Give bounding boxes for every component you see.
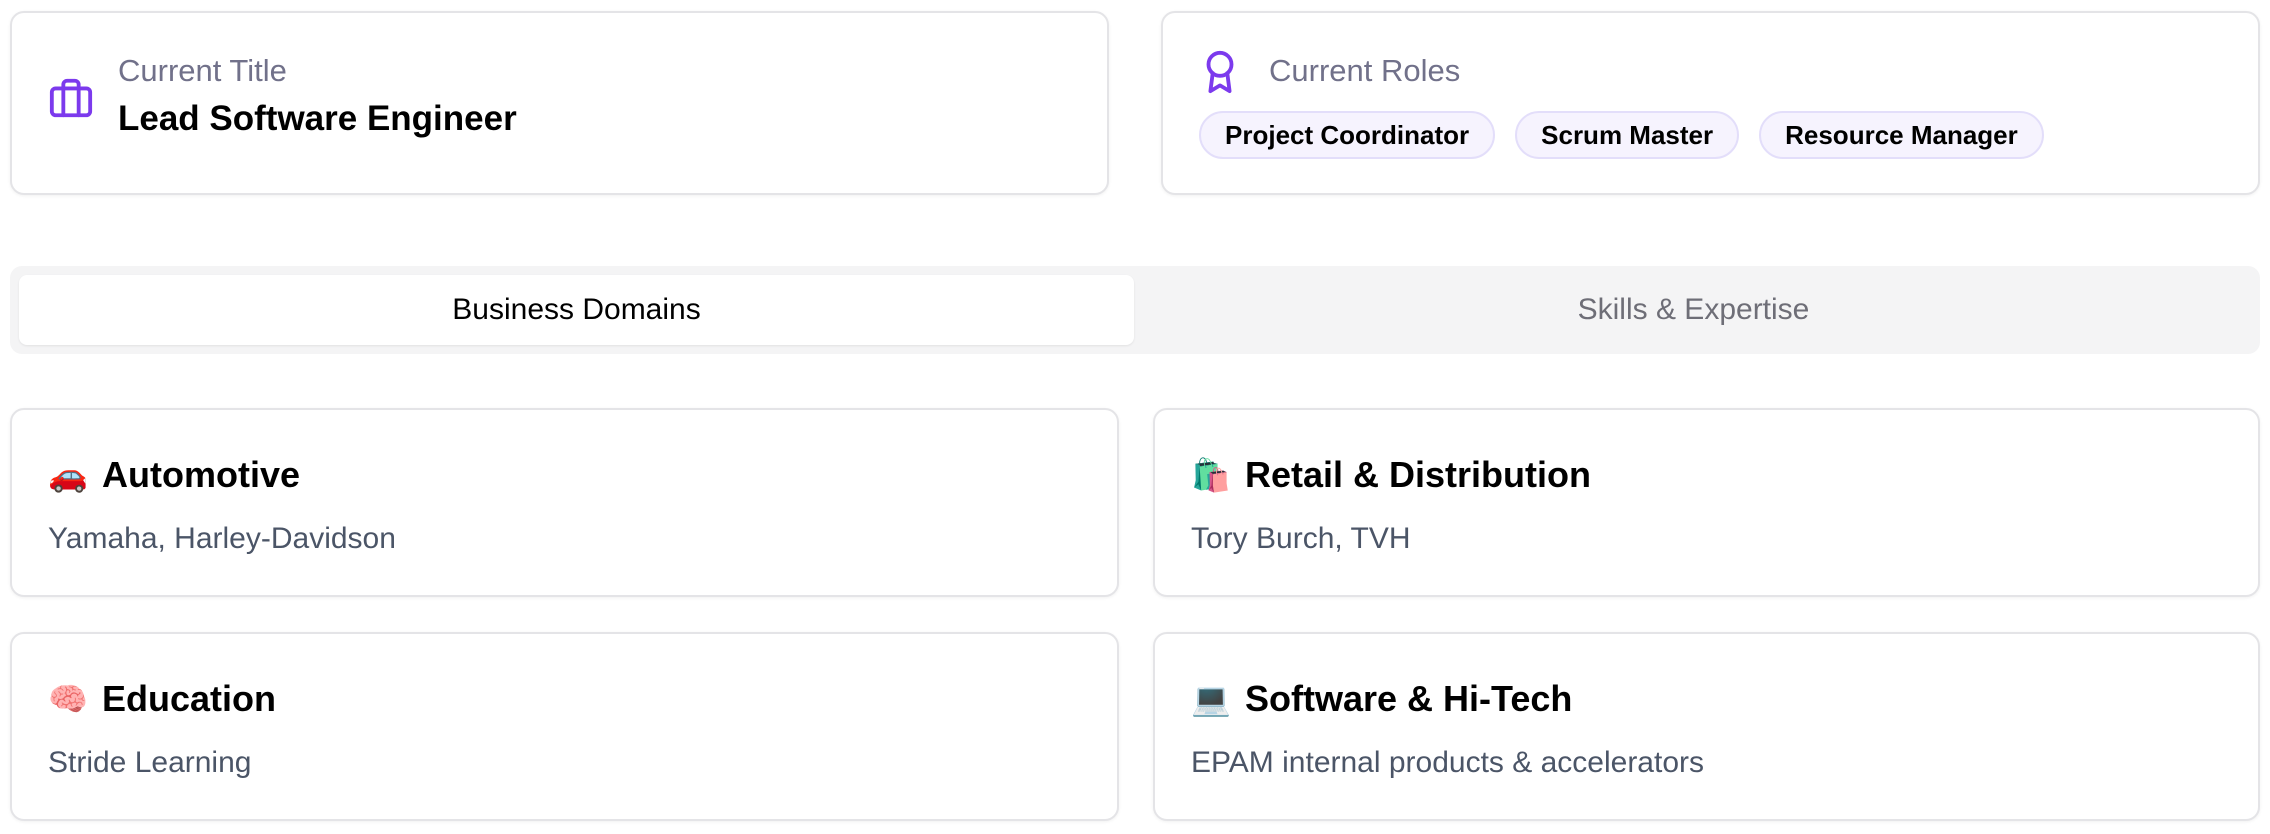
role-badge: Resource Manager [1759,111,2044,159]
role-badge: Scrum Master [1515,111,1740,159]
profile-page: Current Title Lead Software Engineer Cur… [0,0,2270,834]
domain-clients: Stride Learning [48,746,252,779]
section-tabs: Business Domains Skills & Expertise [10,266,2260,354]
laptop-icon: 💻 [1191,681,1231,717]
domain-card-retail: 🛍️ Retail & Distribution Tory Burch, TVH [1153,408,2260,597]
current-title-value: Lead Software Engineer [118,99,517,138]
current-title-label: Current Title [118,53,287,88]
briefcase-icon [48,75,94,121]
current-title-card: Current Title Lead Software Engineer [10,11,1109,195]
domain-clients: EPAM internal products & accelerators [1191,746,1705,779]
award-icon [1200,49,1240,95]
domain-title: Software & Hi-Tech [1245,678,1573,719]
current-roles-label: Current Roles [1269,53,1461,88]
domain-title: Education [102,678,277,719]
domain-card-automotive: 🚗 Automotive Yamaha, Harley-Davidson [10,408,1119,597]
role-badge: Project Coordinator [1199,111,1496,159]
current-roles-card: Current Roles Project Coordinator Scrum … [1161,11,2260,195]
brain-icon: 🧠 [48,681,88,717]
tab-skills-expertise[interactable]: Skills & Expertise [1136,275,2251,345]
tab-business-domains[interactable]: Business Domains [19,275,1134,345]
domain-clients: Tory Burch, TVH [1191,522,1411,555]
car-icon: 🚗 [48,457,88,493]
shopping-bags-icon: 🛍️ [1191,457,1231,493]
domain-title: Retail & Distribution [1245,454,1592,495]
domain-card-education: 🧠 Education Stride Learning [10,632,1119,821]
domain-clients: Yamaha, Harley-Davidson [48,522,396,555]
role-badges: Project Coordinator Scrum Master Resourc… [1199,111,2044,159]
domain-card-software: 💻 Software & Hi-Tech EPAM internal produ… [1153,632,2260,821]
domain-title: Automotive [102,454,300,495]
